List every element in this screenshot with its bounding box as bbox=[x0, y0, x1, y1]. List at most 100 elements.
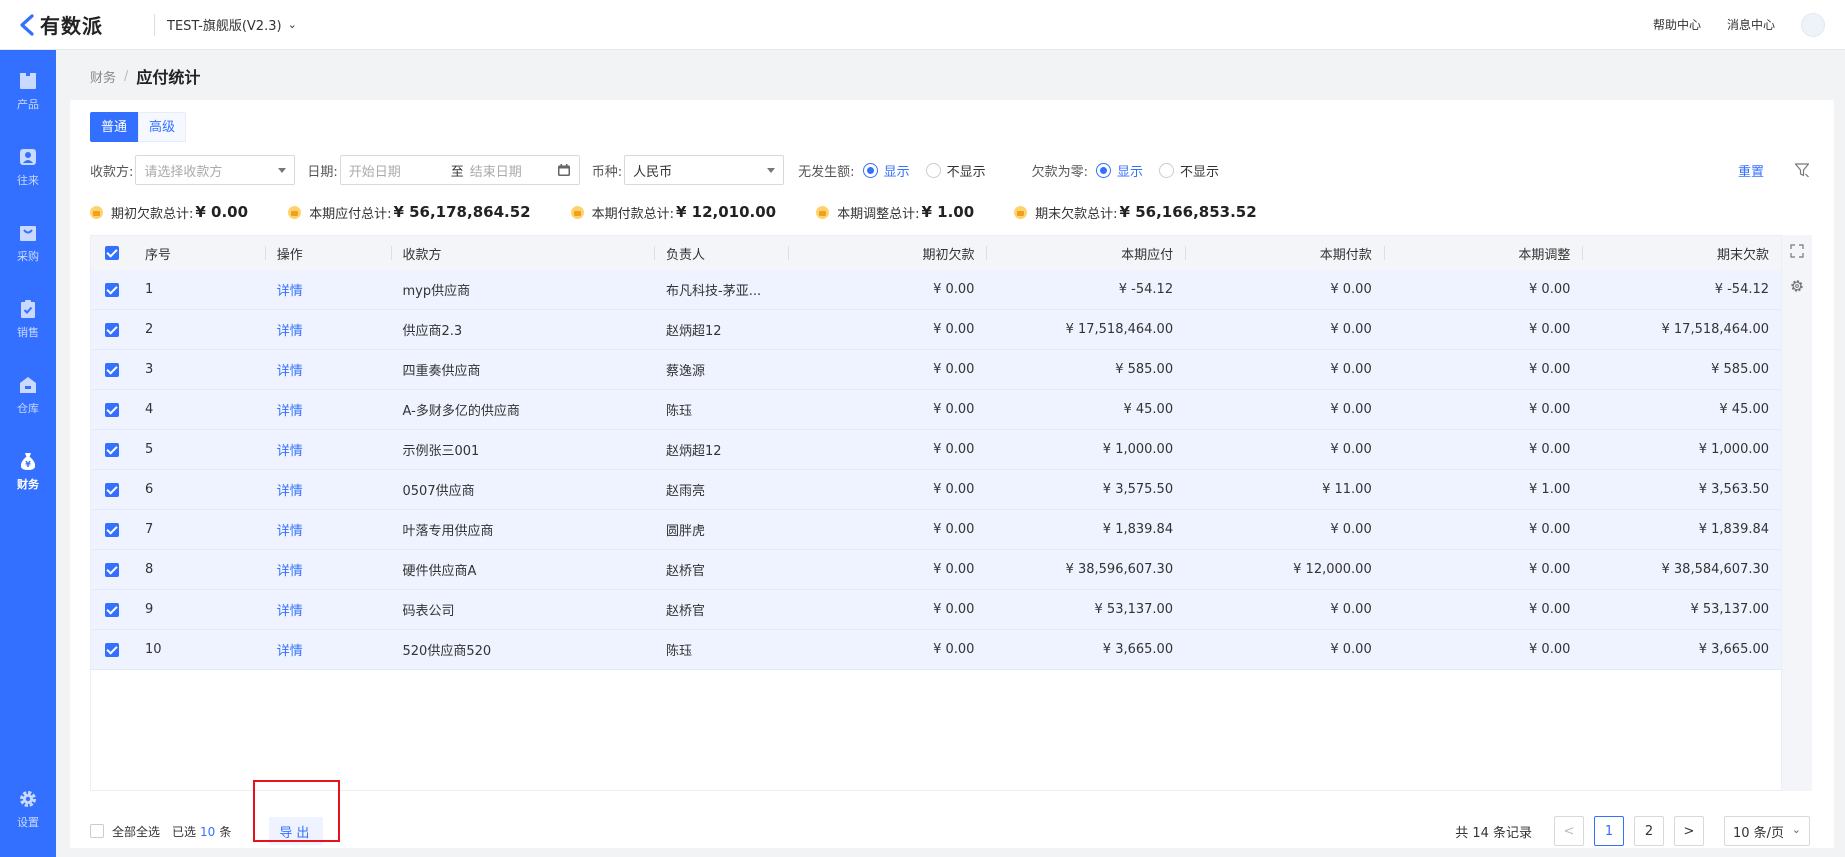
export-button[interactable]: 导出 bbox=[269, 817, 324, 845]
filter-icon[interactable] bbox=[1794, 162, 1810, 178]
row-payee: 叶落专用供应商 bbox=[402, 524, 494, 539]
currency-label: 币种: bbox=[591, 164, 623, 180]
table-row[interactable]: 4 详情 A-多财多亿的供应商 陈珏 ¥ 0.00 ¥ 45.00 ¥ 0.00 ¥ 0.00… bbox=[91, 390, 1781, 430]
row-opening-debt: ¥ 0.00 bbox=[933, 642, 975, 657]
zero-debt-hide-radio[interactable]: 不显示 bbox=[1159, 161, 1219, 180]
version-switcher[interactable]: TEST-旗舰版(V2.3) ⌄ bbox=[154, 13, 297, 36]
row-detail-link[interactable]: 详情 bbox=[265, 520, 391, 539]
table-row[interactable]: 5 详情 示例张三001 赵炳超12 ¥ 0.00 ¥ 1,000.00 ¥ 0.00 ¥ 0… bbox=[91, 430, 1781, 470]
row-detail-link[interactable]: 详情 bbox=[265, 360, 391, 379]
row-adjustment: ¥ 0.00 bbox=[1529, 442, 1571, 457]
summary-bar: 期初欠款总计: ¥ 0.00 本期应付总计: ¥ 56,178,864.52 本… bbox=[90, 202, 1810, 222]
reset-button[interactable]: 重置 bbox=[1738, 161, 1764, 180]
row-checkbox[interactable] bbox=[91, 362, 133, 377]
sidebar-item-sales[interactable]: 销售 bbox=[0, 288, 56, 350]
row-checkbox[interactable] bbox=[91, 282, 133, 297]
row-detail-link[interactable]: 详情 bbox=[265, 440, 391, 459]
next-page-button[interactable]: > bbox=[1674, 816, 1704, 846]
row-checkbox[interactable] bbox=[91, 442, 133, 457]
currency-select[interactable]: 人民币 bbox=[624, 155, 785, 185]
table-row[interactable]: 3 详情 四重奏供应商 蔡逸源 ¥ 0.00 ¥ 585.00 ¥ 0.00 ¥ 0.00 ¥ … bbox=[91, 350, 1781, 390]
summary-adjustment: 本期调整总计: ¥ 1.00 bbox=[816, 203, 974, 222]
select-all-checkbox[interactable]: 全部全选 bbox=[90, 823, 160, 840]
row-closing-debt: ¥ 3,563.50 bbox=[1698, 482, 1770, 497]
table-row[interactable]: 10 详情 520供应商520 陈珏 ¥ 0.00 ¥ 3,665.00 ¥ 0.00 ¥ 0… bbox=[91, 630, 1781, 670]
payable-table: 序号 操作 收款方 负责人 期初欠款 本期应付 本期付款 本期调整 期末欠款 1… bbox=[90, 235, 1782, 791]
row-payable: ¥ 38,596,607.30 bbox=[1065, 562, 1174, 577]
prev-page-button[interactable]: < bbox=[1554, 816, 1584, 846]
tab-normal[interactable]: 普通 bbox=[90, 112, 139, 142]
row-opening-debt: ¥ 0.00 bbox=[933, 282, 975, 297]
fullscreen-icon[interactable] bbox=[1790, 244, 1804, 258]
sidebar-item-settings[interactable]: 设置 bbox=[0, 778, 56, 840]
row-detail-link[interactable]: 详情 bbox=[265, 480, 391, 499]
row-owner: 赵雨亮 bbox=[666, 484, 706, 499]
sidebar-item-product[interactable]: 产品 bbox=[0, 60, 56, 122]
tab-advanced[interactable]: 高级 bbox=[138, 112, 187, 142]
table-row[interactable]: 7 详情 叶落专用供应商 圆胖虎 ¥ 0.00 ¥ 1,839.84 ¥ 0.00 ¥ 0.0… bbox=[91, 510, 1781, 550]
table-header: 序号 操作 收款方 负责人 期初欠款 本期应付 本期付款 本期调整 期末欠款 bbox=[91, 236, 1781, 270]
page-button-2[interactable]: 2 bbox=[1634, 816, 1664, 846]
row-owner: 布凡科技-茅亚... bbox=[666, 284, 762, 299]
date-range-picker[interactable]: 开始日期 至 结束日期 bbox=[339, 155, 580, 185]
page-button-1[interactable]: 1 bbox=[1594, 816, 1624, 846]
help-center-link[interactable]: 帮助中心 bbox=[1653, 16, 1701, 33]
row-index: 1 bbox=[144, 282, 154, 297]
logo[interactable]: 有数派 bbox=[18, 10, 126, 39]
row-payment: ¥ 0.00 bbox=[1330, 322, 1372, 337]
zero-debt-show-radio[interactable]: 显示 bbox=[1095, 161, 1143, 180]
breadcrumb-parent[interactable]: 财务 bbox=[90, 67, 116, 86]
chevron-down-icon: ⌄ bbox=[287, 18, 297, 31]
row-payment: ¥ 0.00 bbox=[1330, 362, 1372, 377]
no-amount-hide-radio[interactable]: 不显示 bbox=[925, 161, 986, 180]
row-checkbox[interactable] bbox=[91, 322, 133, 337]
row-opening-debt: ¥ 0.00 bbox=[933, 522, 975, 537]
row-checkbox[interactable] bbox=[91, 642, 133, 657]
row-index: 5 bbox=[144, 442, 154, 457]
money-bag-icon: ¥ bbox=[20, 453, 36, 470]
sidebar-item-contacts[interactable]: 往来 bbox=[0, 136, 56, 198]
page-size-select[interactable]: 10 条/页 ⌄ bbox=[1724, 816, 1810, 846]
row-owner: 陈珏 bbox=[666, 404, 693, 419]
main-card: 普通 高级 收款方: 请选择收款方 日期: 开始日期 至 结束日期 币种: 人民… bbox=[70, 100, 1834, 848]
table-row[interactable]: 9 详情 码表公司 赵桥官 ¥ 0.00 ¥ 53,137.00 ¥ 0.00 ¥ 0.00 ¥… bbox=[91, 590, 1781, 630]
date-label: 日期: bbox=[307, 164, 338, 180]
table-footer: 全部全选 已选 10 条 导出 共 14 条记录 < 1 2 > 10 条/页 ⌄ bbox=[90, 816, 1810, 846]
row-checkbox[interactable] bbox=[91, 402, 133, 417]
calendar-icon bbox=[557, 164, 570, 176]
date-range-separator: 至 bbox=[450, 164, 464, 180]
table-row[interactable]: 2 详情 供应商2.3 赵炳超12 ¥ 0.00 ¥ 17,518,464.00 ¥ 0.0… bbox=[91, 310, 1781, 350]
sidebar-item-purchase[interactable]: 采购 bbox=[0, 212, 56, 274]
table-row[interactable]: 6 详情 0507供应商 赵雨亮 ¥ 0.00 ¥ 3,575.50 ¥ 11.00 ¥ 1.… bbox=[91, 470, 1781, 510]
row-detail-link[interactable]: 详情 bbox=[265, 320, 391, 339]
row-detail-link[interactable]: 详情 bbox=[265, 600, 391, 619]
row-checkbox[interactable] bbox=[91, 482, 133, 497]
header-checkbox[interactable] bbox=[91, 246, 133, 260]
row-detail-link[interactable]: 详情 bbox=[265, 280, 391, 299]
column-settings-icon[interactable] bbox=[1790, 279, 1804, 293]
row-checkbox[interactable] bbox=[91, 602, 133, 617]
row-checkbox[interactable] bbox=[91, 522, 133, 537]
message-center-link[interactable]: 消息中心 bbox=[1727, 16, 1775, 33]
row-payable: ¥ 3,575.50 bbox=[1102, 482, 1174, 497]
sidebar-item-warehouse[interactable]: 仓库 bbox=[0, 364, 56, 426]
row-detail-link[interactable]: 详情 bbox=[265, 400, 391, 419]
no-amount-show-radio[interactable]: 显示 bbox=[862, 161, 910, 180]
sidebar-item-label: 采购 bbox=[17, 250, 39, 263]
page-title: 应付统计 bbox=[136, 68, 201, 87]
radio-dot bbox=[1159, 162, 1174, 178]
row-detail-link[interactable]: 详情 bbox=[265, 640, 391, 659]
row-adjustment: ¥ 0.00 bbox=[1529, 562, 1571, 577]
radio-label: 显示 bbox=[883, 164, 910, 180]
row-detail-link[interactable]: 详情 bbox=[265, 560, 391, 579]
table-row[interactable]: 8 详情 硬件供应商A 赵桥官 ¥ 0.00 ¥ 38,596,607.30 ¥ 12,00… bbox=[91, 550, 1781, 590]
avatar[interactable] bbox=[1801, 12, 1825, 37]
row-closing-debt: ¥ 38,584,607.30 bbox=[1661, 562, 1770, 577]
payee-select[interactable]: 请选择收款方 bbox=[135, 155, 296, 185]
logo-chevron-icon bbox=[20, 13, 34, 36]
row-checkbox[interactable] bbox=[91, 562, 133, 577]
row-payment: ¥ 11.00 bbox=[1322, 482, 1372, 497]
row-payment: ¥ 0.00 bbox=[1330, 522, 1372, 537]
sidebar-item-finance[interactable]: ¥ 财务 bbox=[0, 440, 56, 502]
table-row[interactable]: 1 详情 myp供应商 布凡科技-茅亚... ¥ 0.00 ¥ -54.12 ¥ 0.00 ¥… bbox=[91, 270, 1781, 310]
